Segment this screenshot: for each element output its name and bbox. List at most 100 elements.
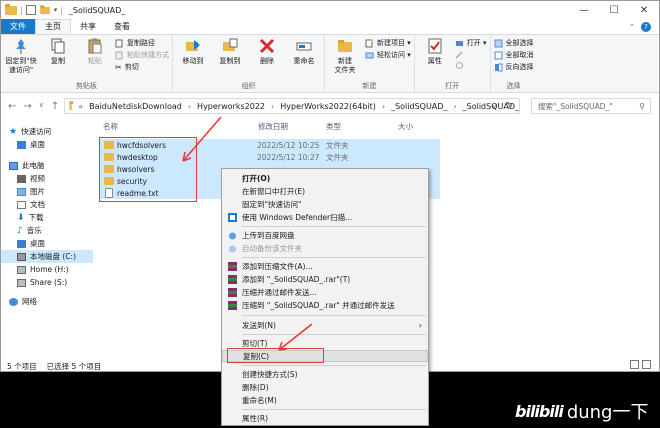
menu-add-rar[interactable]: 添加到 "_SolidSQUAD_.rar"(T) xyxy=(222,273,428,285)
menu-send-to[interactable]: 发送到(N) › xyxy=(222,319,428,331)
nav-pictures[interactable]: 图片 xyxy=(1,185,93,198)
menu-defender-scan[interactable]: 使用 Windows Defender扫描... xyxy=(222,211,428,223)
move-to-icon xyxy=(186,40,200,51)
copy-path-button[interactable]: 复制路径 xyxy=(115,38,169,48)
computer-icon xyxy=(9,161,18,170)
invert-selection-icon xyxy=(494,63,502,71)
back-arrow-icon[interactable]: ← xyxy=(8,101,16,112)
search-box[interactable]: 搜索"_SolidSQUAD_" ⚲ xyxy=(531,98,651,114)
tab-share[interactable]: 共享 xyxy=(71,19,105,34)
nav-home-h[interactable]: Home (H:) xyxy=(1,263,93,276)
title-bar: | ▾ | _SolidSQUAD_ — ☐ ✕ xyxy=(1,1,659,19)
breadcrumb-item[interactable]: BaiduNetdiskDownload xyxy=(89,102,182,111)
tab-view[interactable]: 查看 xyxy=(105,19,139,34)
nav-share-s[interactable]: Share (S:) xyxy=(1,276,93,289)
copy-to-button[interactable]: 复制到 xyxy=(213,37,247,66)
history-icon xyxy=(455,62,463,69)
dropdown-icon[interactable]: ▾ xyxy=(54,6,58,14)
menu-rename[interactable]: 重命名(M) xyxy=(222,394,428,406)
maximize-button[interactable]: ☐ xyxy=(599,1,629,19)
rename-button[interactable]: 重命名 xyxy=(287,37,321,66)
nav-desktop[interactable]: 桌面 xyxy=(1,237,93,250)
nav-downloads[interactable]: ⬇ 下载 xyxy=(1,211,93,224)
nav-this-pc[interactable]: 此电脑 xyxy=(1,159,93,172)
bilibili-watermark: bilibili dung一下 xyxy=(515,398,648,424)
menu-create-shortcut[interactable]: 创建快捷方式(S) xyxy=(222,368,428,380)
quick-access-toolbar: | ▾ | xyxy=(1,3,63,15)
search-icon: ⚲ xyxy=(639,101,645,111)
group-open: 属性 打开 ▾ 打开 xyxy=(415,35,491,92)
menu-pin-quick-access[interactable]: 固定到"快速访问" xyxy=(222,198,428,210)
column-date[interactable]: 修改日期 xyxy=(258,121,288,132)
move-to-button[interactable]: 移动到 xyxy=(176,37,210,66)
delete-button[interactable]: 删除 xyxy=(250,37,284,66)
tab-home[interactable]: 主页 xyxy=(35,19,71,34)
nav-network[interactable]: 网络 xyxy=(1,295,93,308)
breadcrumb-item[interactable]: _SolidSQUAD_ xyxy=(391,102,447,111)
nav-desktop-quick[interactable]: 桌面 xyxy=(1,138,93,151)
menu-open-new-window[interactable]: 在新窗口中打开(E) xyxy=(222,185,428,197)
pin-quick-access-button[interactable]: 固定到"快 速访问" xyxy=(4,37,38,75)
properties-button[interactable]: 属性 xyxy=(418,37,452,66)
invert-selection-button[interactable]: 反向选择 xyxy=(494,62,534,72)
breadcrumb-item[interactable]: HyperWorks2022(64bit) xyxy=(280,102,376,111)
menu-properties[interactable]: 属性(R) xyxy=(222,412,428,424)
help-area: ⌃ ? xyxy=(629,19,651,34)
address-dropdown-icon[interactable]: ∨ xyxy=(491,102,497,111)
address-path[interactable]: « BaiduNetdiskDownload › Hyperworks2022 … xyxy=(64,98,520,114)
column-size[interactable]: 大小 xyxy=(398,121,413,132)
group-select: 全部选择 全部取消 反向选择 选择 xyxy=(491,35,537,92)
nav-local-disk-c[interactable]: 本地磁盘 (C:) xyxy=(1,250,93,263)
nav-documents[interactable]: 文档 xyxy=(1,198,93,211)
menu-compress-email[interactable]: 压缩并通过邮件发送... xyxy=(222,286,428,298)
annotation-box-copy xyxy=(227,348,324,363)
easy-access-button[interactable]: 轻松访问 ▾ xyxy=(365,50,411,60)
new-folder-quick-icon[interactable] xyxy=(39,4,50,14)
help-icon[interactable]: ? xyxy=(641,21,651,32)
paste-button[interactable]: 粘贴 xyxy=(78,37,112,66)
select-none-button[interactable]: 全部取消 xyxy=(494,50,534,60)
menu-auto-backup[interactable]: 自动备份该文件夹 xyxy=(222,242,428,254)
menu-separator xyxy=(242,315,426,316)
close-button[interactable]: ✕ xyxy=(629,1,659,19)
properties-icon[interactable] xyxy=(25,5,36,15)
cut-button[interactable]: ✂ 剪切 xyxy=(115,62,169,72)
forward-arrow-icon[interactable]: → xyxy=(23,101,31,112)
menu-delete[interactable]: 删除(D) xyxy=(222,381,428,393)
up-arrow-icon[interactable]: ↑ xyxy=(51,101,59,112)
chevron-up-icon[interactable]: ⌃ xyxy=(629,23,635,31)
menu-separator xyxy=(242,257,426,258)
crumb-overflow-icon[interactable]: « xyxy=(78,102,83,111)
new-item-button[interactable]: 新建项目 ▾ xyxy=(365,38,411,48)
paste-shortcut-button[interactable]: 粘贴快捷方式 xyxy=(115,50,169,60)
new-folder-button[interactable]: 新建 文件夹 xyxy=(328,37,362,75)
menu-separator xyxy=(242,226,426,227)
open-button[interactable]: 打开 ▾ xyxy=(455,38,487,48)
chevron-right-icon[interactable]: › xyxy=(453,102,456,111)
chevron-right-icon[interactable]: › xyxy=(271,102,274,111)
refresh-icon[interactable]: ↻ xyxy=(505,101,513,111)
select-all-button[interactable]: 全部选择 xyxy=(494,38,534,48)
menu-open[interactable]: 打开(O) xyxy=(222,172,428,184)
edit-button[interactable] xyxy=(455,50,487,59)
menu-upload-baidu[interactable]: 上传到百度网盘 xyxy=(222,229,428,241)
tiles-view-icon[interactable] xyxy=(642,360,651,369)
group-label-organize: 组织 xyxy=(241,82,256,90)
breadcrumb-item[interactable]: Hyperworks2022 xyxy=(197,102,265,111)
open-icon xyxy=(455,40,463,46)
menu-compress-rar-email[interactable]: 压缩到 "_SolidSQUAD_.rar" 并通过邮件发送 xyxy=(222,299,428,311)
chevron-right-icon[interactable]: › xyxy=(382,102,385,111)
menu-add-archive[interactable]: 添加到压缩文件(A)... xyxy=(222,260,428,272)
column-name[interactable]: 名称 xyxy=(103,121,118,132)
nav-quick-access[interactable]: ★ 快速访问 xyxy=(1,125,93,138)
recent-dropdown-icon[interactable]: ∨ xyxy=(39,101,44,112)
nav-music[interactable]: ♪ 音乐 xyxy=(1,224,93,237)
details-view-icon[interactable] xyxy=(630,360,639,369)
copy-button[interactable]: 复制 xyxy=(41,37,75,66)
chevron-right-icon[interactable]: › xyxy=(188,102,191,111)
nav-videos[interactable]: 视频 xyxy=(1,172,93,185)
column-type[interactable]: 类型 xyxy=(326,121,341,132)
minimize-button[interactable]: — xyxy=(569,1,599,19)
history-button[interactable] xyxy=(455,61,487,70)
tab-file[interactable]: 文件 xyxy=(1,19,35,34)
